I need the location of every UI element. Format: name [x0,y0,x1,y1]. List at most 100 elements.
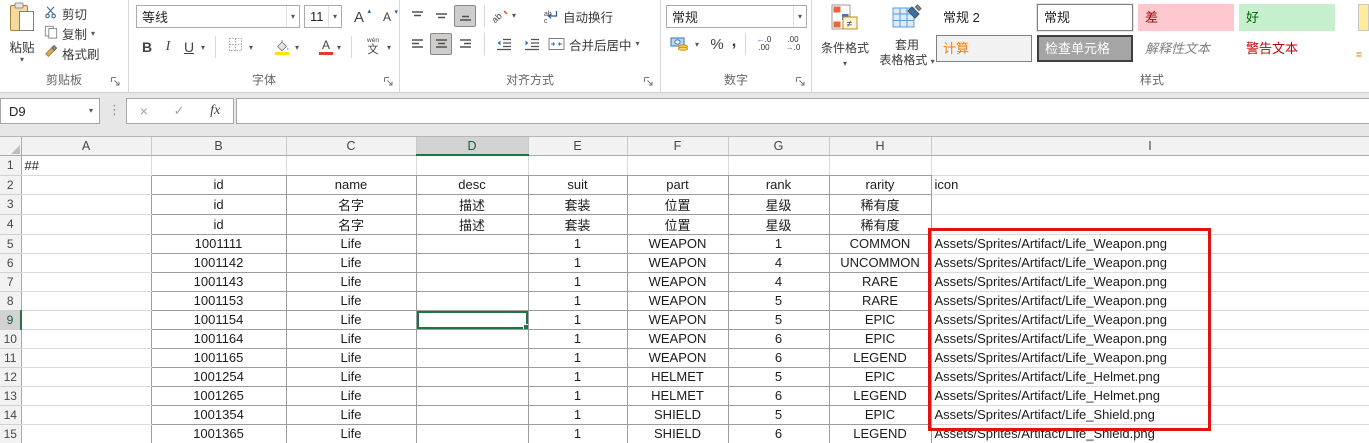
cell-B15[interactable]: 1001365 [151,424,286,443]
fill-color-button[interactable] [271,36,293,58]
cell-B9[interactable]: 1001154 [151,310,286,329]
cell-I12[interactable]: Assets/Sprites/Artifact/Life_Helmet.png [931,367,1369,386]
row-header-10[interactable]: 10 [0,329,21,348]
enter-icon[interactable]: ✓ [174,103,185,119]
align-bottom-button[interactable] [454,5,476,27]
row-header-9[interactable]: 9 [0,310,21,329]
select-all-button[interactable] [0,137,21,155]
row-header-2[interactable]: 2 [0,175,21,194]
cell-H10[interactable]: EPIC [829,329,931,348]
increase-decimal-button[interactable]: ←←.0.0 .00 [751,36,777,52]
cell-E6[interactable]: 1 [528,253,627,272]
cell-E5[interactable]: 1 [528,234,627,253]
grow-font-button[interactable]: A▴ [347,6,371,28]
cell-G8[interactable]: 5 [728,291,829,310]
cell-H8[interactable]: RARE [829,291,931,310]
cell-D9[interactable] [416,310,528,329]
cell-I4[interactable] [931,214,1369,234]
cell-B7[interactable]: 1001143 [151,272,286,291]
row-header-5[interactable]: 5 [0,234,21,253]
cell-I6[interactable]: Assets/Sprites/Artifact/Life_Weapon.png [931,253,1369,272]
increase-indent-button[interactable] [520,33,544,55]
cell-style-good[interactable]: 好 [1239,4,1335,31]
percent-style-button[interactable]: % [707,33,727,55]
cell-H2[interactable]: rarity [829,175,931,194]
cell-C12[interactable]: Life [286,367,416,386]
cell-H11[interactable]: LEGEND [829,348,931,367]
cell-F6[interactable]: WEAPON [627,253,728,272]
cell-F4[interactable]: 位置 [627,214,728,234]
cell-C1[interactable] [286,155,416,175]
cell-I7[interactable]: Assets/Sprites/Artifact/Life_Weapon.png [931,272,1369,291]
cell-A15[interactable] [21,424,151,443]
borders-button[interactable] [225,37,245,57]
cell-style-normal2[interactable]: 常规 2 [936,4,1032,31]
cell-E14[interactable]: 1 [528,405,627,424]
cell-E13[interactable]: 1 [528,386,627,405]
cell-G12[interactable]: 5 [728,367,829,386]
cell-B12[interactable]: 1001254 [151,367,286,386]
cell-H13[interactable]: LEGEND [829,386,931,405]
row-header-15[interactable]: 15 [0,424,21,443]
cell-H14[interactable]: EPIC [829,405,931,424]
cell-D11[interactable] [416,348,528,367]
cell-F10[interactable]: WEAPON [627,329,728,348]
cell-A2[interactable] [21,175,151,194]
cell-A5[interactable] [21,234,151,253]
cell-C6[interactable]: Life [286,253,416,272]
cell-I15[interactable]: Assets/Sprites/Artifact/Life_Shield.png [931,424,1369,443]
cell-A1[interactable]: ## [21,155,151,175]
cell-B8[interactable]: 1001153 [151,291,286,310]
cell-G9[interactable]: 5 [728,310,829,329]
cell-A12[interactable] [21,367,151,386]
cell-style-bad[interactable]: 差 [1138,4,1234,31]
cell-F2[interactable]: part [627,175,728,194]
paste-button[interactable]: 粘贴 ▾ [3,2,41,66]
formula-input[interactable] [236,98,1369,124]
cell-style-explanatory[interactable]: 解释性文本 [1138,35,1234,62]
cell-D14[interactable] [416,405,528,424]
cell-C13[interactable]: Life [286,386,416,405]
cell-G3[interactable]: 星级 [728,194,829,214]
cell-G13[interactable]: 6 [728,386,829,405]
cell-D2[interactable]: desc [416,175,528,194]
cell-D13[interactable] [416,386,528,405]
cell-F15[interactable]: SHIELD [627,424,728,443]
font-name-combo[interactable]: 等线 ▾ [136,5,300,28]
cell-B10[interactable]: 1001164 [151,329,286,348]
cell-C8[interactable]: Life [286,291,416,310]
cell-I5[interactable]: Assets/Sprites/Artifact/Life_Weapon.png [931,234,1369,253]
cell-I9[interactable]: Assets/Sprites/Artifact/Life_Weapon.png [931,310,1369,329]
clipboard-dialog-launcher[interactable] [110,74,122,86]
cell-D5[interactable] [416,234,528,253]
cell-D3[interactable]: 描述 [416,194,528,214]
phonetic-caret-icon[interactable]: ▾ [387,44,391,52]
decrease-indent-button[interactable] [492,33,516,55]
cell-H15[interactable]: LEGEND [829,424,931,443]
orientation-button[interactable]: ab ▾ [492,5,516,27]
cell-C5[interactable]: Life [286,234,416,253]
cell-F11[interactable]: WEAPON [627,348,728,367]
cell-E4[interactable]: 套装 [528,214,627,234]
align-right-button[interactable] [454,33,476,55]
cell-G11[interactable]: 6 [728,348,829,367]
wrap-text-button[interactable]: abc 自动换行 [543,5,613,27]
fill-color-caret-icon[interactable]: ▾ [295,44,299,52]
row-header-12[interactable]: 12 [0,367,21,386]
row-header-4[interactable]: 4 [0,214,21,234]
cell-F12[interactable]: HELMET [627,367,728,386]
cell-H9[interactable]: EPIC [829,310,931,329]
shrink-font-button[interactable]: A▾ [375,6,399,28]
cell-G10[interactable]: 6 [728,329,829,348]
cell-F9[interactable]: WEAPON [627,310,728,329]
cell-H1[interactable] [829,155,931,175]
copy-button[interactable]: 复制 ▾ [44,24,95,43]
accounting-caret-icon[interactable]: ▾ [695,41,699,49]
number-dialog-launcher[interactable] [795,74,807,86]
column-header-E[interactable]: E [528,137,627,155]
borders-caret-icon[interactable]: ▾ [249,44,253,52]
cell-C15[interactable]: Life [286,424,416,443]
row-header-11[interactable]: 11 [0,348,21,367]
formula-bar-resize-dots-icon[interactable]: ⋮ [108,102,121,118]
cell-C9[interactable]: Life [286,310,416,329]
